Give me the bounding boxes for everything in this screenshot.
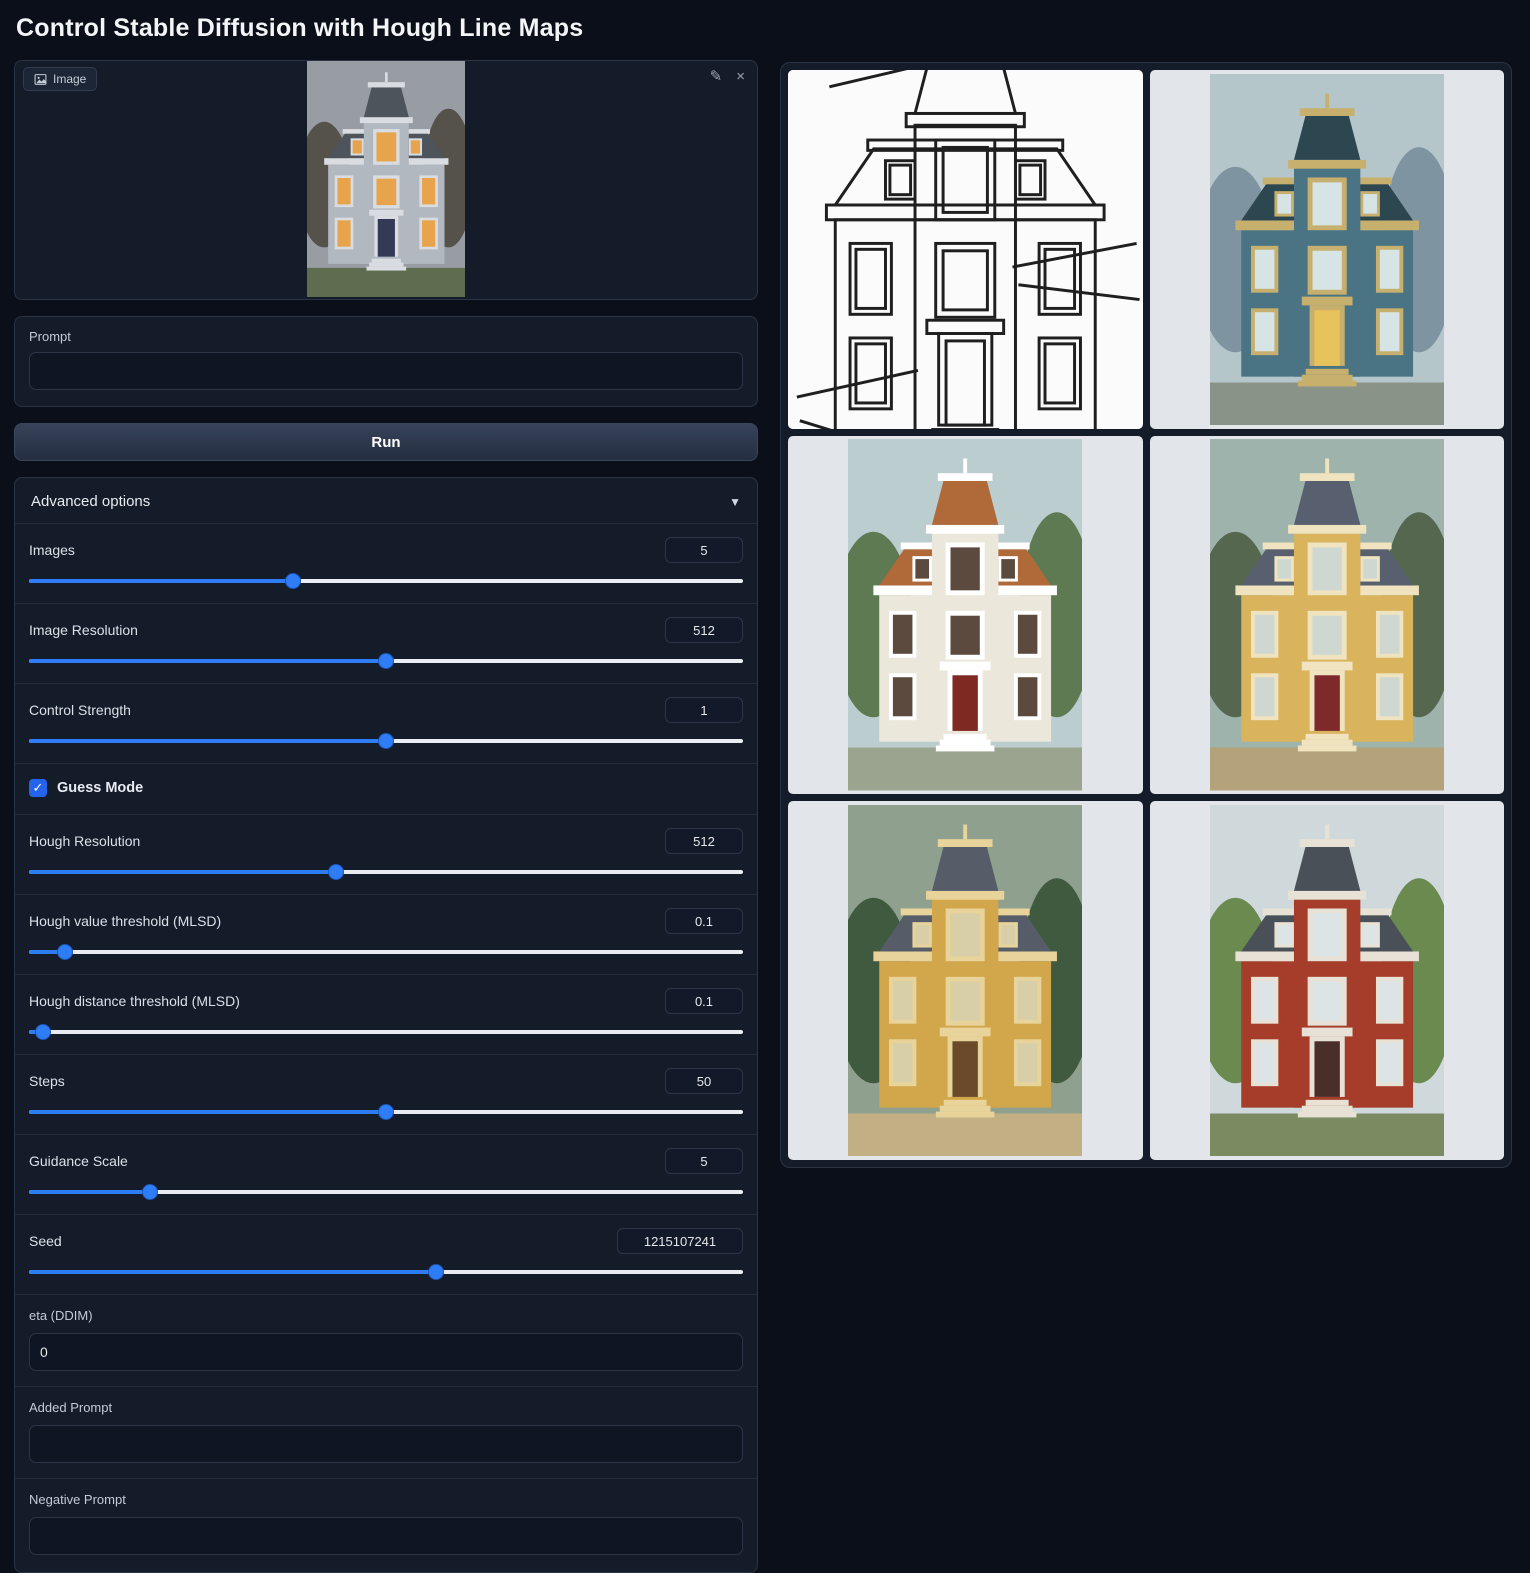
input-image — [307, 60, 466, 300]
value-image-resolution[interactable] — [665, 617, 743, 643]
control-guidance-scale: Guidance Scale — [15, 1134, 757, 1214]
label-eta-ddim: eta (DDIM) — [29, 1308, 743, 1323]
slider-steps[interactable] — [29, 1105, 743, 1119]
gallery-item-result-3[interactable] — [1150, 436, 1505, 795]
value-images[interactable] — [665, 537, 743, 563]
value-control-strength[interactable] — [665, 697, 743, 723]
label-images: Images — [29, 542, 75, 558]
checkbox-guess-mode[interactable]: ✓ Guess Mode — [29, 777, 743, 799]
advanced-options-panel: Advanced options ▼ Images Image Resoluti… — [14, 477, 758, 1573]
image-input-tab: Image — [23, 67, 97, 91]
gallery-image-result-3 — [1210, 439, 1444, 790]
image-input-panel[interactable]: Image ✎ × — [14, 60, 758, 300]
gallery-image-result-2 — [848, 439, 1082, 790]
slider-hough-resolution[interactable] — [29, 865, 743, 879]
value-hough-resolution[interactable] — [665, 828, 743, 854]
slider-handle-image-resolution[interactable] — [379, 654, 393, 668]
label-hough-resolution: Hough Resolution — [29, 833, 140, 849]
field-eta-ddim: eta (DDIM) — [15, 1294, 757, 1386]
image-actions: ✎ × — [710, 69, 745, 84]
control-images: Images — [15, 523, 757, 603]
slider-hough-distance-threshold-mlsd[interactable] — [29, 1025, 743, 1039]
label-image-resolution: Image Resolution — [29, 622, 138, 638]
gallery-item-result-1[interactable] — [1150, 70, 1505, 429]
control-image-resolution: Image Resolution — [15, 603, 757, 683]
value-guidance-scale[interactable] — [665, 1148, 743, 1174]
advanced-options-form: Images Image Resolution Control Strength — [15, 523, 757, 1570]
field-negative-prompt: Negative Prompt — [15, 1478, 757, 1570]
checkbox-box-guess-mode[interactable]: ✓ — [29, 779, 47, 797]
label-seed: Seed — [29, 1233, 62, 1249]
prompt-panel: Prompt — [14, 316, 758, 407]
prompt-label: Prompt — [29, 329, 743, 344]
label-hough-value-threshold-mlsd: Hough value threshold (MLSD) — [29, 913, 221, 929]
slider-guidance-scale[interactable] — [29, 1185, 743, 1199]
slider-hough-value-threshold-mlsd[interactable] — [29, 945, 743, 959]
result-gallery — [780, 62, 1512, 1168]
input-image-picture — [307, 60, 466, 297]
slider-handle-images[interactable] — [286, 574, 300, 588]
slider-handle-hough-value-threshold-mlsd[interactable] — [58, 945, 72, 959]
advanced-options-header[interactable]: Advanced options ▼ — [15, 478, 757, 523]
label-negative-prompt: Negative Prompt — [29, 1492, 743, 1507]
slider-handle-control-strength[interactable] — [379, 734, 393, 748]
slider-handle-guidance-scale[interactable] — [143, 1185, 157, 1199]
label-guidance-scale: Guidance Scale — [29, 1153, 128, 1169]
gallery-image-result-5 — [1210, 805, 1444, 1156]
control-hough-resolution: Hough Resolution — [15, 814, 757, 894]
edit-image-icon[interactable]: ✎ — [710, 69, 723, 84]
control-steps: Steps — [15, 1054, 757, 1134]
slider-images[interactable] — [29, 574, 743, 588]
value-hough-distance-threshold-mlsd[interactable] — [665, 988, 743, 1014]
advanced-options-label: Advanced options — [31, 493, 150, 510]
control-control-strength: Control Strength — [15, 683, 757, 763]
run-button[interactable]: Run — [14, 423, 758, 461]
clear-image-icon[interactable]: × — [736, 69, 745, 84]
row-guess-mode: ✓ Guess Mode — [15, 763, 757, 814]
slider-control-strength[interactable] — [29, 734, 743, 748]
gallery-item-result-2[interactable] — [788, 436, 1143, 795]
slider-handle-steps[interactable] — [379, 1105, 393, 1119]
page-title: Control Stable Diffusion with Hough Line… — [16, 14, 583, 43]
left-column: Image ✎ × Prompt Run Advanced options ▼ … — [14, 60, 758, 1573]
label-hough-distance-threshold-mlsd: Hough distance threshold (MLSD) — [29, 993, 240, 1009]
gallery-image-hough-line-map — [788, 70, 1143, 429]
input-eta-ddim[interactable] — [29, 1333, 743, 1371]
prompt-input[interactable] — [29, 352, 743, 390]
image-icon — [34, 73, 47, 86]
slider-image-resolution[interactable] — [29, 654, 743, 668]
slider-seed[interactable] — [29, 1265, 743, 1279]
gallery-item-result-4[interactable] — [788, 801, 1143, 1160]
value-steps[interactable] — [665, 1068, 743, 1094]
control-hough-value-threshold-mlsd: Hough value threshold (MLSD) — [15, 894, 757, 974]
field-added-prompt: Added Prompt — [15, 1386, 757, 1478]
value-seed[interactable] — [617, 1228, 743, 1254]
gallery-item-result-5[interactable] — [1150, 801, 1505, 1160]
control-seed: Seed — [15, 1214, 757, 1294]
label-control-strength: Control Strength — [29, 702, 131, 718]
label-added-prompt: Added Prompt — [29, 1400, 743, 1415]
label-steps: Steps — [29, 1073, 65, 1089]
slider-handle-hough-resolution[interactable] — [329, 865, 343, 879]
gallery-image-result-4 — [848, 805, 1082, 1156]
slider-handle-seed[interactable] — [429, 1265, 443, 1279]
gallery-item-hough-line-map[interactable] — [788, 70, 1143, 429]
control-hough-distance-threshold-mlsd: Hough distance threshold (MLSD) — [15, 974, 757, 1054]
value-hough-value-threshold-mlsd[interactable] — [665, 908, 743, 934]
checkbox-label-guess-mode: Guess Mode — [57, 780, 143, 796]
slider-handle-hough-distance-threshold-mlsd[interactable] — [36, 1025, 50, 1039]
gallery-image-result-1 — [1210, 74, 1444, 425]
collapse-arrow-icon: ▼ — [729, 495, 741, 509]
input-added-prompt[interactable] — [29, 1425, 743, 1463]
input-negative-prompt[interactable] — [29, 1517, 743, 1555]
image-input-label: Image — [53, 72, 86, 86]
